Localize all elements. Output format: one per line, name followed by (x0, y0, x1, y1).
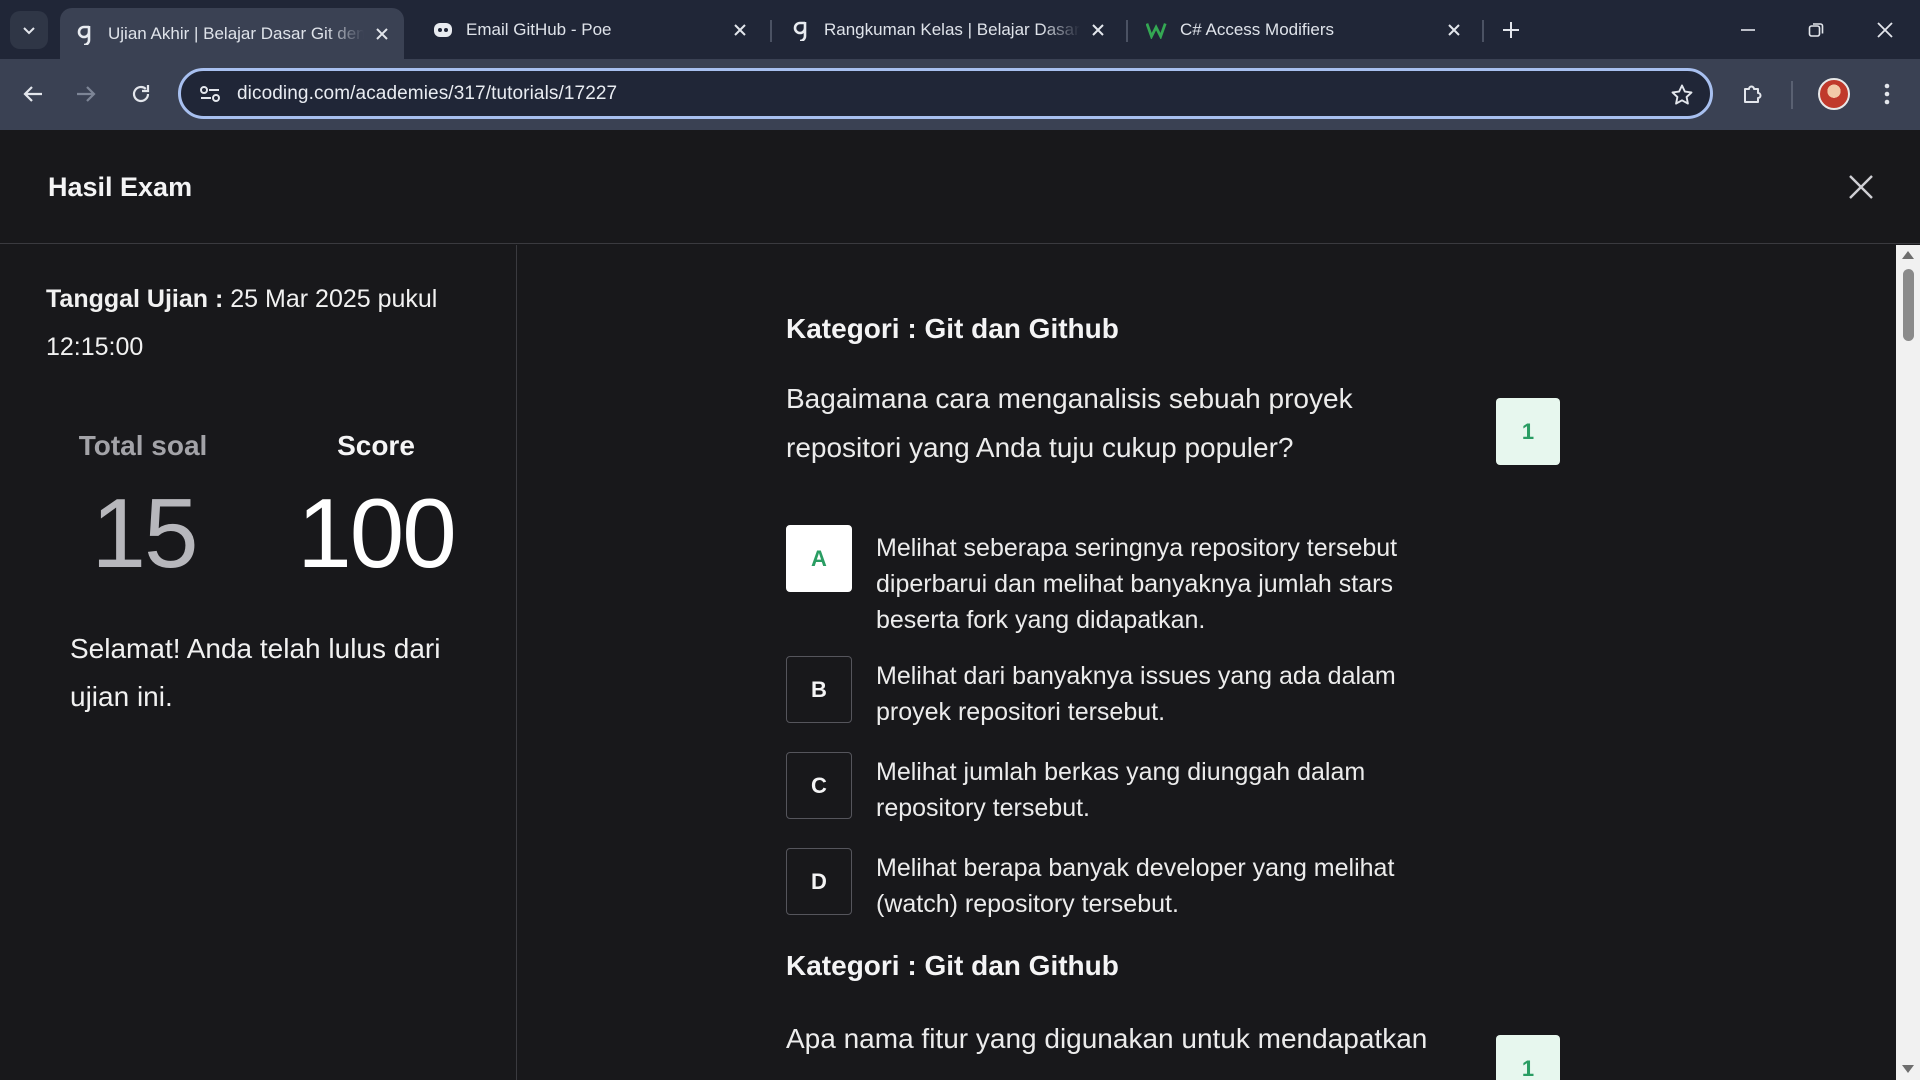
exam-result-page: Hasil Exam Tanggal Ujian : 25 Mar 2025 p… (0, 130, 1920, 1080)
tab-strip: Ujian Akhir | Belajar Dasar Git dengan G… (0, 0, 1920, 59)
w3schools-icon (1146, 19, 1168, 41)
option-letter: A (786, 525, 852, 592)
close-page-button[interactable] (1845, 171, 1877, 203)
tab-title: Rangkuman Kelas | Belajar Dasar Git deng… (824, 20, 1080, 39)
close-icon (1849, 175, 1873, 199)
result-summary-panel: Tanggal Ujian : 25 Mar 2025 pukul 12:15:… (0, 245, 517, 1080)
close-tab-icon[interactable] (730, 20, 750, 40)
scroll-thumb[interactable] (1903, 269, 1914, 341)
answer-option-a: A Melihat seberapa seringnya repository … (786, 525, 1436, 638)
address-bar[interactable]: dicoding.com/academies/317/tutorials/172… (178, 68, 1713, 119)
tab-search-button[interactable] (10, 11, 48, 49)
browser-toolbar: dicoding.com/academies/317/tutorials/172… (0, 59, 1920, 130)
minimize-button[interactable] (1730, 12, 1766, 48)
option-text: Melihat dari banyaknya issues yang ada d… (876, 662, 1396, 726)
exam-date: Tanggal Ujian : 25 Mar 2025 pukul 12:15:… (46, 275, 466, 371)
tab-separator (1482, 20, 1484, 42)
score-label: Score (337, 430, 415, 461)
poe-icon (432, 19, 454, 41)
reload-button[interactable] (122, 75, 160, 113)
close-tab-icon[interactable] (372, 24, 392, 44)
close-tab-icon[interactable] (1088, 20, 1108, 40)
puzzle-icon (1744, 85, 1762, 103)
pass-message: Selamat! Anda telah lulus dari ujian ini… (70, 633, 441, 712)
forward-button[interactable] (67, 75, 105, 113)
scroll-up-arrow-icon[interactable] (1902, 251, 1914, 259)
option-letter: C (786, 752, 852, 819)
close-icon (1877, 22, 1893, 38)
tab-ujian-akhir[interactable]: Ujian Akhir | Belajar Dasar Git dengan G… (60, 8, 404, 59)
answer-option-d: D Melihat berapa banyak developer yang m… (786, 848, 1436, 922)
bookmark-star-icon[interactable] (1668, 81, 1696, 109)
tab-title: Email GitHub - Poe (466, 20, 612, 39)
site-settings-icon[interactable] (195, 79, 225, 109)
scroll-down-arrow-icon[interactable] (1902, 1065, 1914, 1073)
page-scrollbar[interactable] (1896, 245, 1920, 1080)
plus-icon (1503, 22, 1519, 38)
question-category: Kategori : Git dan Github (786, 950, 1119, 981)
total-questions-value: 15 (91, 478, 198, 588)
tab-title: C# Access Modifiers (1180, 20, 1334, 39)
tab-rangkuman-kelas[interactable]: Rangkuman Kelas | Belajar Dasar Git deng… (776, 8, 1120, 52)
page-header: Hasil Exam (0, 130, 1920, 244)
new-tab-button[interactable] (1495, 14, 1527, 46)
tab-csharp-access-modifiers[interactable]: C# Access Modifiers (1132, 8, 1476, 52)
arrow-left-icon (23, 86, 42, 102)
page-title: Hasil Exam (48, 172, 193, 202)
question-category: Kategori : Git dan Github (786, 313, 1119, 344)
score-value: 100 (297, 478, 457, 588)
question-text: Bagaimana cara menganalisis sebuah proye… (786, 383, 1353, 463)
tab-separator (1126, 20, 1128, 42)
option-letter: D (786, 848, 852, 915)
reload-icon (132, 85, 150, 103)
browser-menu-button[interactable] (1868, 75, 1906, 113)
tab-email-github[interactable]: Email GitHub - Poe (418, 8, 762, 52)
exam-date-label: Tanggal Ujian : (46, 285, 224, 313)
tab-title: Ujian Akhir | Belajar Dasar Git dengan G… (108, 23, 364, 43)
back-button[interactable] (14, 75, 52, 113)
option-text: Melihat berapa banyak developer yang mel… (876, 854, 1395, 918)
question-text: Apa nama fitur yang digunakan untuk mend… (786, 1023, 1428, 1054)
dicoding-icon (74, 23, 96, 45)
option-letter: B (786, 656, 852, 723)
minimize-icon (1741, 29, 1755, 31)
kebab-menu-icon (1884, 83, 1890, 105)
option-text: Melihat seberapa seringnya repository te… (876, 534, 1398, 634)
close-window-button[interactable] (1867, 12, 1903, 48)
option-text: Melihat jumlah berkas yang diunggah dala… (876, 758, 1366, 822)
questions-panel: Kategori : Git dan Github Bagaimana cara… (518, 245, 1896, 1080)
restore-icon (1808, 23, 1824, 37)
chevron-down-icon (23, 27, 35, 35)
profile-avatar[interactable] (1818, 78, 1850, 110)
url-text: dicoding.com/academies/317/tutorials/172… (237, 82, 618, 104)
answer-option-c: C Melihat jumlah berkas yang diunggah da… (786, 752, 1436, 826)
close-tab-icon[interactable] (1444, 20, 1464, 40)
restore-button[interactable] (1798, 12, 1834, 48)
question-number-badge: 1 (1496, 398, 1560, 465)
question-number-badge: 1 (1496, 1035, 1560, 1080)
toolbar-separator (1791, 81, 1793, 109)
answer-option-b: B Melihat dari banyaknya issues yang ada… (786, 656, 1436, 730)
extensions-button[interactable] (1734, 75, 1772, 113)
arrow-right-icon (77, 86, 96, 102)
total-questions-label: Total soal (78, 430, 208, 461)
dicoding-icon (790, 19, 812, 41)
tab-separator (770, 20, 772, 42)
